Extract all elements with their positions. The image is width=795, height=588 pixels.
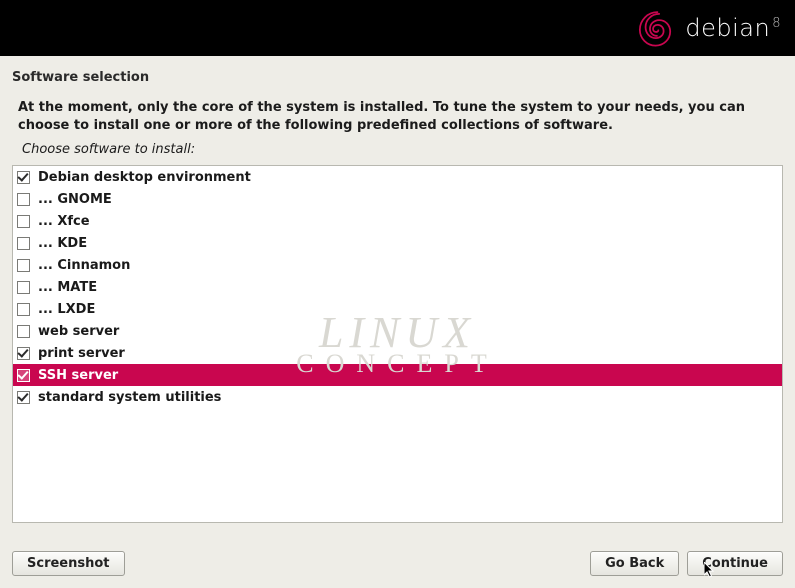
software-option[interactable]: standard system utilities bbox=[13, 386, 782, 408]
checkbox-icon[interactable] bbox=[17, 303, 30, 316]
footer-bar: Screenshot Go Back Continue bbox=[12, 551, 783, 576]
software-option[interactable]: ... Cinnamon bbox=[13, 254, 782, 276]
checkbox-icon[interactable] bbox=[17, 391, 30, 404]
software-option[interactable]: ... GNOME bbox=[13, 188, 782, 210]
software-option[interactable]: ... Xfce bbox=[13, 210, 782, 232]
software-option[interactable]: SSH server bbox=[13, 364, 782, 386]
sub-intro: Choose software to install: bbox=[12, 140, 783, 165]
installer-header: debian8 bbox=[0, 0, 795, 56]
debian-swirl-icon bbox=[635, 6, 679, 50]
brand-name: debian bbox=[685, 14, 770, 42]
software-option-label: ... GNOME bbox=[38, 192, 112, 207]
checkbox-icon[interactable] bbox=[17, 347, 30, 360]
software-option-label: ... KDE bbox=[38, 236, 87, 251]
software-option-label: ... LXDE bbox=[38, 302, 95, 317]
checkbox-icon[interactable] bbox=[17, 193, 30, 206]
checkbox-icon[interactable] bbox=[17, 237, 30, 250]
software-option-label: SSH server bbox=[38, 368, 118, 383]
screenshot-button[interactable]: Screenshot bbox=[12, 551, 125, 576]
main-content: Software selection At the moment, only t… bbox=[0, 56, 795, 523]
software-option[interactable]: ... LXDE bbox=[13, 298, 782, 320]
software-listbox[interactable]: LINUX CONCEPT Debian desktop environment… bbox=[12, 165, 783, 523]
software-option-label: ... Xfce bbox=[38, 214, 90, 229]
checkbox-icon[interactable] bbox=[17, 281, 30, 294]
software-option-label: print server bbox=[38, 346, 125, 361]
page-title: Software selection bbox=[12, 70, 783, 85]
software-option-label: ... Cinnamon bbox=[38, 258, 130, 273]
software-option[interactable]: ... KDE bbox=[13, 232, 782, 254]
software-option-label: web server bbox=[38, 324, 119, 339]
checkbox-icon[interactable] bbox=[17, 325, 30, 338]
intro-text: At the moment, only the core of the syst… bbox=[12, 99, 783, 140]
software-option-label: Debian desktop environment bbox=[38, 170, 251, 185]
software-option[interactable]: print server bbox=[13, 342, 782, 364]
continue-button[interactable]: Continue bbox=[687, 551, 783, 576]
brand-label: debian8 bbox=[685, 14, 781, 42]
software-option[interactable]: ... MATE bbox=[13, 276, 782, 298]
go-back-button[interactable]: Go Back bbox=[590, 551, 679, 576]
checkbox-icon[interactable] bbox=[17, 259, 30, 272]
brand-version: 8 bbox=[772, 16, 781, 31]
software-option-label: ... MATE bbox=[38, 280, 97, 295]
software-option[interactable]: Debian desktop environment bbox=[13, 166, 782, 188]
checkbox-icon[interactable] bbox=[17, 215, 30, 228]
checkbox-icon[interactable] bbox=[17, 171, 30, 184]
software-option[interactable]: web server bbox=[13, 320, 782, 342]
software-option-label: standard system utilities bbox=[38, 390, 221, 405]
checkbox-icon[interactable] bbox=[17, 369, 30, 382]
